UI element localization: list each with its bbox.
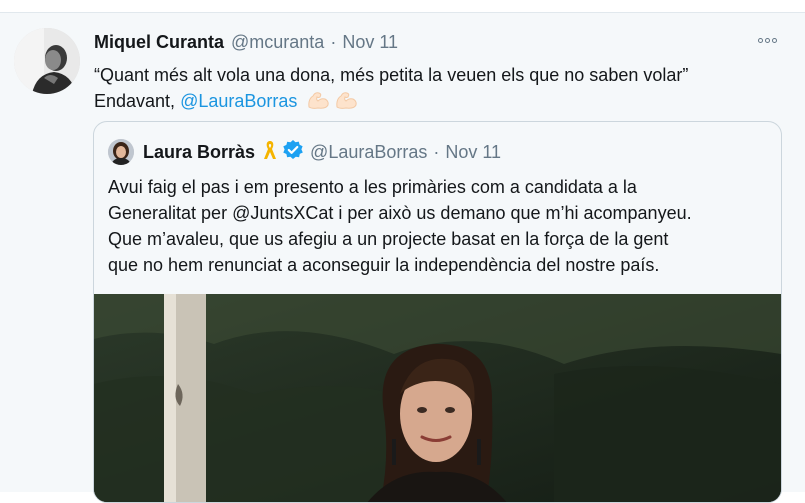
separator-dot: ·	[330, 32, 337, 52]
quoted-media-image[interactable]	[94, 294, 781, 502]
verified-badge-icon	[282, 139, 304, 166]
flexed-biceps-icon	[334, 90, 358, 117]
quoted-text-line: Que m’avaleu, que us afegiu a un project…	[108, 229, 669, 249]
quoted-header: Laura Borràs @LauraBorras · Nov 11	[143, 139, 501, 166]
quoted-separator-dot: ·	[433, 141, 440, 162]
tweet-text: “Quant més alt vola una dona, més petita…	[94, 62, 784, 117]
quoted-text-line: que no hem renunciat a aconseguir la ind…	[108, 255, 660, 275]
tweet-header: Miquel Curanta @mcuranta · Nov 11	[94, 32, 398, 54]
quoted-author-name[interactable]: Laura Borràs	[143, 142, 255, 163]
quoted-avatar-photo	[108, 139, 134, 165]
quoted-avatar[interactable]	[108, 139, 134, 165]
quoted-tweet[interactable]: Laura Borràs @LauraBorras · Nov 11 Avui …	[93, 121, 782, 503]
media-photo	[94, 294, 781, 502]
quoted-text-line: Generalitat per @JuntsXCat i per això us…	[108, 203, 692, 223]
tweet-text-line1: “Quant més alt vola una dona, més petita…	[94, 65, 689, 85]
quoted-text: Avui faig el pas i em presento a les pri…	[108, 174, 773, 278]
more-options-icon[interactable]	[754, 30, 780, 50]
mention-link[interactable]: @LauraBorras	[180, 91, 297, 111]
flexed-biceps-icon	[306, 90, 330, 117]
quoted-date[interactable]: Nov 11	[445, 142, 501, 163]
avatar[interactable]	[14, 28, 80, 94]
tweet-text-prefix: Endavant,	[94, 91, 181, 111]
tweet-text-line2: Endavant, @LauraBorras	[94, 88, 784, 117]
yellow-ribbon-icon	[263, 139, 277, 166]
quoted-text-line: Avui faig el pas i em presento a les pri…	[108, 177, 637, 197]
author-handle[interactable]: @mcuranta	[231, 32, 324, 53]
author-name[interactable]: Miquel Curanta	[94, 32, 224, 53]
tweet-date[interactable]: Nov 11	[342, 32, 398, 53]
quoted-author-handle[interactable]: @LauraBorras	[310, 142, 427, 163]
avatar-photo	[14, 28, 80, 94]
